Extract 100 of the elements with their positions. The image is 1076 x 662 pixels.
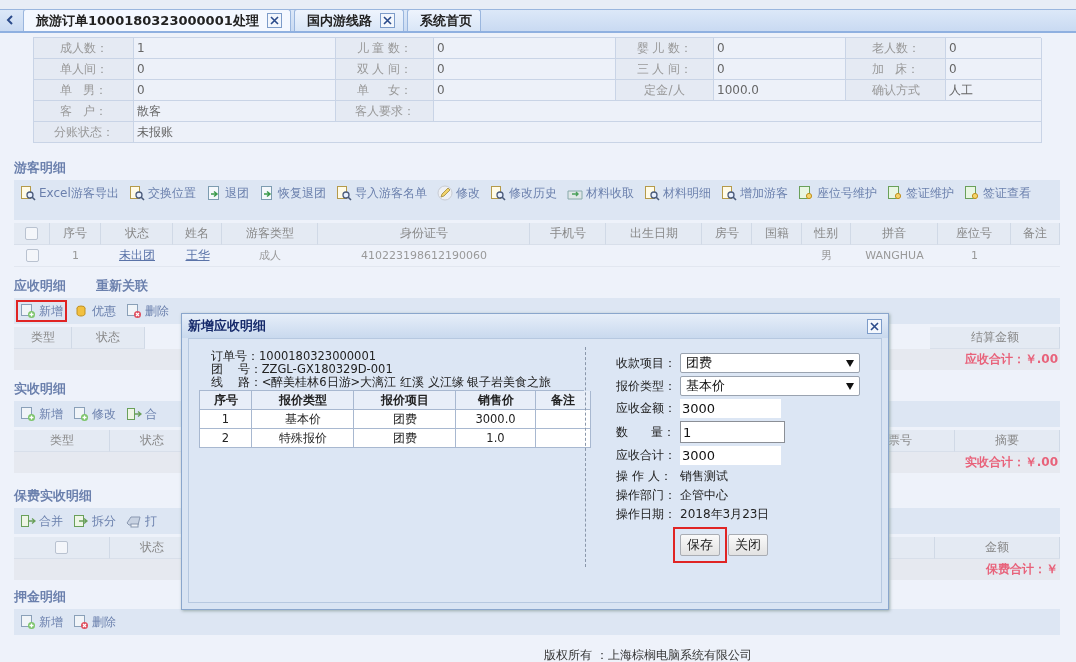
column-header: 身份证号 <box>318 223 530 245</box>
field-value: 0 <box>134 80 336 101</box>
checkbox[interactable] <box>25 227 38 240</box>
input-field[interactable]: 3000 <box>680 399 781 418</box>
dialog-button[interactable]: 保存 <box>680 534 720 556</box>
document-search-icon <box>643 185 660 201</box>
field-value: 1000.0 <box>714 80 846 101</box>
field-label: 定金/人 <box>616 80 714 101</box>
column-header: 游客类型 <box>222 223 318 245</box>
field-value: 0 <box>434 80 616 101</box>
toolbar-button[interactable]: Excel游客导出 <box>16 182 123 204</box>
dialog-button[interactable]: 关闭 <box>728 534 768 556</box>
dropdown[interactable]: 团费 <box>680 353 860 373</box>
tab[interactable]: 旅游订单1000180323000001处理 <box>23 9 291 31</box>
column-header: 结算金额 <box>930 327 1060 349</box>
section-title: 应收明细 <box>14 277 66 295</box>
field-value: 0 <box>134 59 336 80</box>
close-icon <box>269 16 279 25</box>
checkbox[interactable] <box>55 541 68 554</box>
field-value: 人工 <box>946 80 1042 101</box>
document-search-icon <box>489 185 506 201</box>
total-amount: 实收合计：￥.00 <box>964 454 1058 471</box>
field-value: 0 <box>434 59 616 80</box>
field-label: 数 量： <box>616 423 676 441</box>
toolbar-button[interactable]: 删除 <box>122 300 173 322</box>
toolbar-button[interactable]: 新增 <box>16 300 67 322</box>
toolbar-button[interactable]: 修改历史 <box>485 182 561 204</box>
toolbar-button[interactable]: 导入游客名单 <box>331 182 431 204</box>
table-cell: 1 <box>50 245 101 267</box>
toolbar-button[interactable]: 增加游客 <box>716 182 792 204</box>
toolbar-button[interactable]: 优惠 <box>69 300 120 322</box>
close-icon <box>870 321 879 331</box>
input-field[interactable]: 3000 <box>680 446 781 465</box>
sheet-search-icon <box>963 185 980 201</box>
copyright-text: 版权所有 ：上海棕榈电脑系统有限公司 <box>544 648 752 662</box>
column-header: 类型 <box>14 327 72 349</box>
tab-close-button[interactable] <box>379 13 395 28</box>
input-field[interactable]: 1 <box>680 421 785 443</box>
close-button[interactable] <box>867 318 882 334</box>
field-label: 分账状态： <box>34 122 134 143</box>
dropdown[interactable]: 基本价 <box>680 376 860 396</box>
table-cell: 3000.0 <box>456 410 536 429</box>
pencil-icon <box>436 185 453 201</box>
document-search-icon <box>335 185 352 201</box>
field-value: 2018年3月23日 <box>680 505 770 523</box>
field-value: 0 <box>946 38 1042 59</box>
table-link[interactable]: 王华 <box>185 247 210 264</box>
document-plus-icon <box>20 614 36 630</box>
toolbar-button[interactable]: 合并 <box>16 510 67 532</box>
table-cell: 男 <box>802 245 851 267</box>
tab-close-button[interactable] <box>266 13 282 28</box>
column-header: 状态 <box>101 223 173 245</box>
sheet-search-icon <box>797 185 814 201</box>
field-label: 客人要求： <box>336 101 434 122</box>
column-header: 报价项目 <box>354 391 456 410</box>
table-cell: 1.0 <box>456 429 536 448</box>
column-header: 序号 <box>200 391 252 410</box>
field-value: 企管中心 <box>680 486 728 504</box>
table-cell: 成人 <box>222 245 318 267</box>
column-header: 报价类型 <box>252 391 354 410</box>
tab[interactable]: 国内游线路 <box>293 9 404 31</box>
toolbar-button[interactable]: 合 <box>122 403 161 425</box>
relink-link[interactable]: 重新关联 <box>96 277 148 295</box>
section-title: 实收明细 <box>14 380 66 398</box>
toolbar-button[interactable]: 材料收取 <box>562 182 638 204</box>
total-amount: 保费合计：￥ <box>986 561 1058 578</box>
table-link[interactable]: 未出团 <box>119 247 155 264</box>
order-info-line: 线 路：<醉美桂林6日游>大漓江 红溪 义江缘 银子岩美食之旅 <box>211 376 553 389</box>
toolbar-button[interactable]: 拆分 <box>69 510 120 532</box>
dropdown-arrow-icon <box>846 359 854 367</box>
toolbar-button[interactable]: 材料明细 <box>639 182 715 204</box>
toolbar-button[interactable]: 修改 <box>432 182 484 204</box>
toolbar-button[interactable]: 恢复退团 <box>254 182 330 204</box>
toolbar-button[interactable]: 签证维护 <box>882 182 958 204</box>
toolbar-button[interactable]: 修改 <box>69 403 120 425</box>
column-header: 姓名 <box>173 223 222 245</box>
field-label: 应收合计： <box>616 447 677 464</box>
checkbox[interactable] <box>25 249 39 262</box>
toolbar-button[interactable]: 座位号维护 <box>793 182 881 204</box>
dropdown-arrow-icon <box>846 382 854 390</box>
column-header: 销售价 <box>456 391 536 410</box>
toolbar-button[interactable]: 签证查看 <box>959 182 1035 204</box>
chevron-left-icon <box>5 15 13 25</box>
toolbar-button[interactable]: 删除 <box>69 611 120 633</box>
toolbar-button[interactable]: 交换位置 <box>124 182 200 204</box>
field-label: 单 女： <box>336 80 434 101</box>
coins-icon <box>73 303 89 319</box>
toolbar-button[interactable]: 退团 <box>201 182 253 204</box>
toolbar-button[interactable]: 新增 <box>16 611 67 633</box>
field-label: 单 男： <box>34 80 134 101</box>
tab[interactable]: 系统首页 <box>406 9 481 31</box>
field-value: 1 <box>134 38 336 59</box>
order-info-line: 团 号：ZZGL-GX180329D-001 <box>211 363 394 376</box>
toolbar-button[interactable]: 新增 <box>16 403 67 425</box>
toolbar-button[interactable]: 打 <box>122 510 161 532</box>
field-value: 未报账 <box>134 122 1042 143</box>
column-header: 备注 <box>536 391 591 410</box>
column-header: 金额 <box>935 537 1060 559</box>
document-x-icon <box>126 303 142 319</box>
field-label: 双 人 间： <box>336 59 434 80</box>
